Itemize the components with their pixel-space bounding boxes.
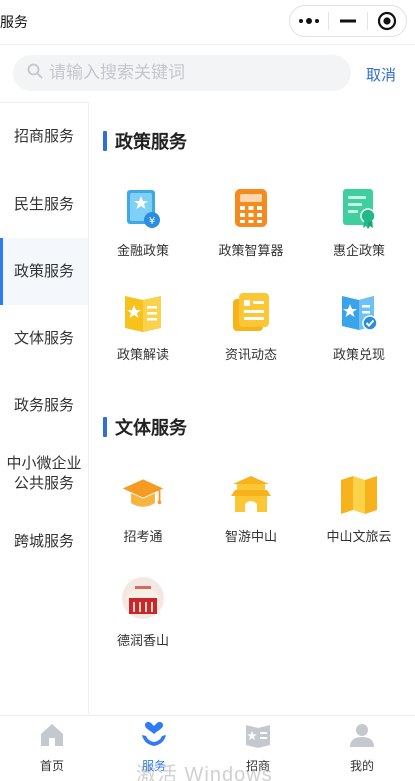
tile-news[interactable]: 资讯动态	[197, 290, 305, 363]
mini-program-capsule	[289, 5, 407, 37]
tile-exam[interactable]: 招考通	[89, 472, 197, 545]
sidebar-item-label: 招商服务	[13, 128, 74, 145]
tile-label: 德润香山	[116, 633, 169, 648]
sidebar-item-investment[interactable]: 招商服务	[0, 103, 88, 171]
tile-enterprise-policy[interactable]: 惠企政策	[305, 186, 413, 259]
svg-text:¥: ¥	[149, 216, 155, 227]
tile-deruan-xiangshan[interactable]: 德润香山	[89, 576, 197, 649]
tab-mine[interactable]: 我的	[322, 722, 402, 774]
top-bar: 服务	[0, 0, 415, 44]
sidebar-item-label: 政策服务	[13, 262, 74, 280]
section-title-policy: 政策服务	[103, 128, 187, 154]
service-content: 政策服务 ¥ 金融政策 政策智算器 惠企政策 政策解读 资讯动态 政策兑现 文体…	[89, 102, 415, 714]
calculator-icon	[229, 186, 273, 230]
section-title-culture: 文体服务	[103, 414, 187, 440]
tile-culture-cloud[interactable]: 中山文旅云	[305, 472, 413, 545]
merchant-book-icon	[244, 722, 272, 753]
search-box[interactable]	[13, 55, 351, 91]
tile-label: 中山文旅云	[326, 529, 392, 544]
tile-policy-redemption[interactable]: 政策兑现	[305, 290, 413, 363]
target-icon[interactable]	[368, 6, 406, 36]
tile-label: 招考通	[123, 529, 163, 544]
section-accent-bar	[103, 417, 107, 437]
windows-activation-watermark: 激活 Windows	[136, 764, 273, 781]
news-card-icon	[229, 290, 273, 334]
category-sidebar: 招商服务 民生服务 政策服务 文体服务 政务服务 中小微企业 公共服务 跨城服务	[0, 102, 89, 714]
more-dots-icon[interactable]	[290, 6, 328, 36]
tile-finance-policy[interactable]: ¥ 金融政策	[89, 186, 197, 259]
sidebar-item-label: 文体服务	[13, 329, 74, 347]
sidebar-item-culture-sports[interactable]: 文体服务	[0, 305, 88, 372]
sidebar-item-label: 跨城服务	[13, 533, 74, 550]
sidebar-item-sme[interactable]: 中小微企业 公共服务	[0, 439, 88, 509]
sidebar-item-government[interactable]: 政务服务	[0, 372, 88, 439]
tile-label: 智游中山	[224, 529, 277, 544]
tile-label: 政策解读	[116, 347, 169, 362]
sidebar-item-label: 公共服务	[13, 475, 74, 492]
search-icon	[27, 63, 43, 84]
book-star-icon	[121, 290, 165, 334]
page-title: 服务	[0, 14, 28, 30]
deruan-logo-icon	[121, 576, 165, 620]
tile-policy-calculator[interactable]: 政策智算器	[197, 186, 305, 259]
sidebar-item-label: 政务服务	[13, 396, 74, 414]
sidebar-item-cross-city[interactable]: 跨城服务	[0, 509, 88, 575]
cancel-button[interactable]: 取消	[366, 64, 396, 85]
gate-tower-icon	[229, 472, 273, 516]
tab-home[interactable]: 首页	[12, 722, 92, 774]
tab-label: 首页	[39, 759, 64, 773]
tile-label: 金融政策	[116, 243, 169, 258]
map-fold-icon	[337, 472, 381, 516]
tile-policy-interpretation[interactable]: 政策解读	[89, 290, 197, 363]
sidebar-item-policy[interactable]: 政策服务	[0, 238, 88, 305]
service-heart-icon	[140, 721, 168, 753]
tile-label: 资讯动态	[224, 347, 277, 362]
sidebar-item-label: 中小微企业	[6, 455, 82, 472]
tile-label: 政策兑现	[332, 347, 385, 362]
tile-label: 政策智算器	[218, 243, 284, 258]
tile-smart-tour[interactable]: 智游中山	[197, 472, 305, 545]
sidebar-item-livelihood[interactable]: 民生服务	[0, 171, 88, 238]
tab-label: 我的	[349, 759, 374, 773]
sidebar-item-label: 民生服务	[13, 195, 74, 213]
policy-check-icon	[337, 290, 381, 334]
graduation-cap-icon	[121, 472, 165, 516]
section-accent-bar	[103, 131, 107, 151]
tile-label: 惠企政策	[332, 243, 385, 258]
home-icon	[39, 722, 65, 753]
user-icon	[349, 722, 375, 753]
search-input[interactable]	[49, 63, 329, 83]
finance-policy-icon: ¥	[121, 186, 165, 230]
search-bar: 取消	[0, 44, 415, 102]
certificate-icon	[337, 186, 381, 230]
minimize-icon[interactable]	[329, 6, 367, 36]
